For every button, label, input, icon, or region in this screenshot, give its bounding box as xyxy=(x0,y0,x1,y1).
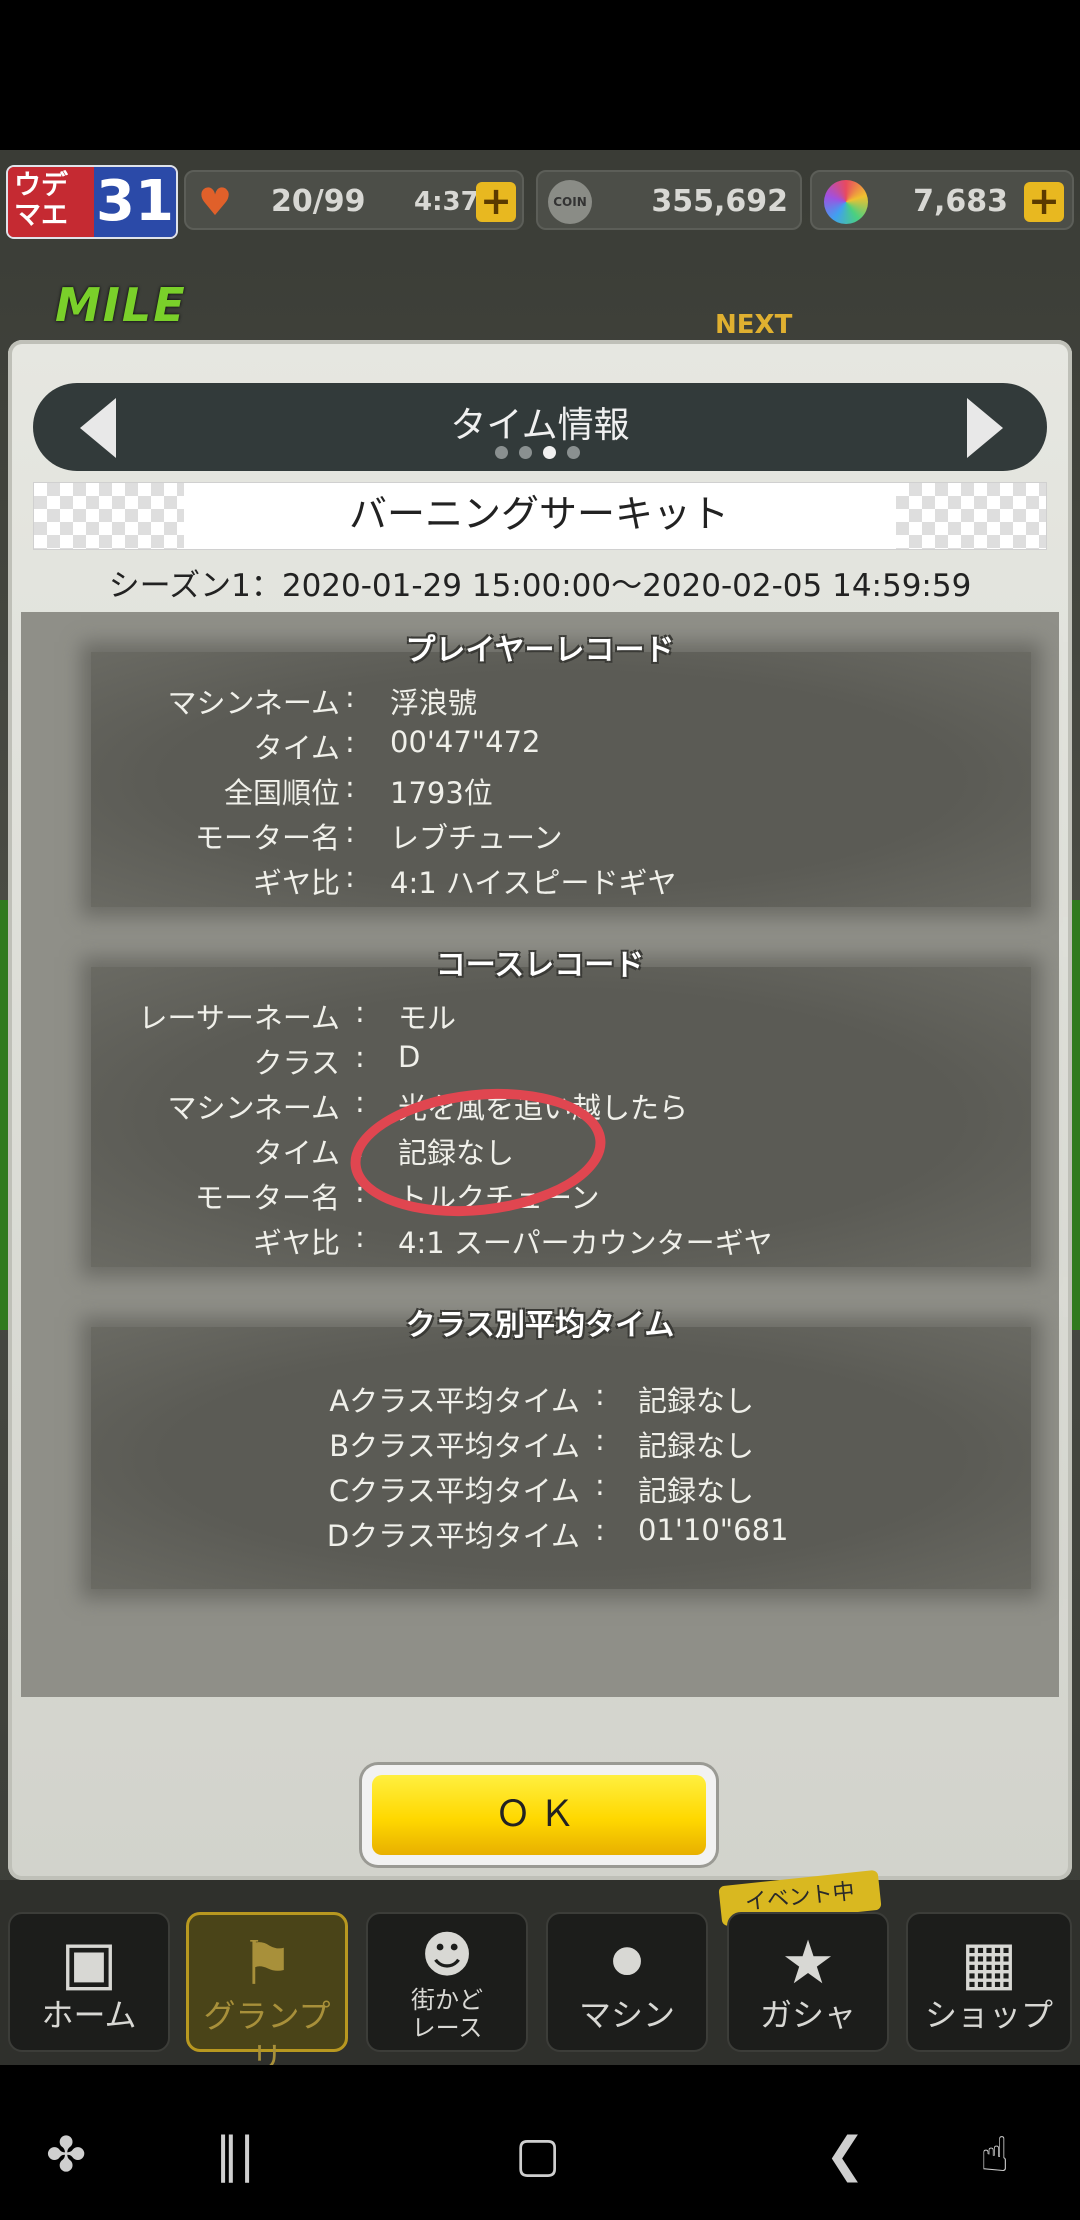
nav-shop[interactable]: ▦ ショップ xyxy=(906,1912,1072,2052)
separator: : xyxy=(355,1085,365,1119)
previous-arrow-icon[interactable] xyxy=(80,398,116,458)
heart-icon: ♥ xyxy=(198,180,233,224)
ok-button[interactable]: ＯＫ xyxy=(362,1765,716,1865)
course-time-label: タイム xyxy=(253,1136,340,1170)
add-stamina-button[interactable]: + xyxy=(476,182,516,222)
coin-counter: COIN 355,692 xyxy=(536,170,802,230)
nav-machine[interactable]: ⚫ マシン xyxy=(546,1912,708,2052)
separator: : xyxy=(595,1378,605,1412)
gem-value: 7,683 xyxy=(913,184,1008,219)
player-time-value: 00'47"472 xyxy=(390,725,541,759)
nav-home[interactable]: ▣ ホーム xyxy=(8,1912,170,2052)
separator: : xyxy=(345,680,355,714)
nav-gacha[interactable]: ★ ガシャ xyxy=(727,1912,889,2052)
page-dot xyxy=(495,446,508,459)
player-rank-value: 1793位 xyxy=(390,776,493,810)
separator: : xyxy=(355,1040,365,1074)
player-rank-label: 全国順位 xyxy=(223,776,340,810)
add-gem-button[interactable]: + xyxy=(1024,182,1064,222)
checkered-flag-icon: ⚑ xyxy=(240,1929,294,1999)
class-b-label: Bクラス平均タイム xyxy=(329,1429,580,1463)
nav-street-race-label: 街かど レース xyxy=(411,1986,483,2042)
stamina-timer: 4:37 xyxy=(414,187,479,217)
page-indicator xyxy=(495,446,585,460)
status-bar-area xyxy=(0,0,1080,150)
toolbox-icon: ▣ xyxy=(60,1928,118,1998)
gem-icon xyxy=(824,180,868,224)
car-icon: ⚫ xyxy=(601,1928,653,1998)
touch-lock-icon[interactable]: ☝ xyxy=(980,2130,1009,2180)
class-c-label: Cクラス平均タイム xyxy=(328,1474,580,1508)
class-a-label: Aクラス平均タイム xyxy=(329,1384,580,1418)
separator: : xyxy=(345,860,355,894)
separator: : xyxy=(595,1423,605,1457)
separator: : xyxy=(595,1468,605,1502)
class-d-value: 01'10"681 xyxy=(638,1513,789,1547)
next-arrow-icon[interactable] xyxy=(967,398,1003,458)
gem-counter: 7,683 + xyxy=(810,170,1074,230)
class-d-label: Dクラス平均タイム xyxy=(326,1519,580,1553)
page-dot xyxy=(567,446,580,459)
stamina-counter: ♥ 20/99 4:37 + xyxy=(184,170,524,230)
class-average-title: クラス別平均タイム xyxy=(405,1308,675,1343)
nav-shop-label: ショップ xyxy=(924,1996,1053,2034)
page-dot xyxy=(519,446,532,459)
course-record-title: コースレコード xyxy=(435,948,645,983)
player-gear-value: 4:1 ハイスピードギヤ xyxy=(390,866,677,900)
page-dot-active xyxy=(543,446,556,459)
nav-machine-label: マシン xyxy=(578,1996,675,2034)
nav-home-label: ホーム xyxy=(41,1996,137,2034)
player-gear-label: ギヤ比 xyxy=(252,866,340,900)
course-racer-label: レーサーネーム xyxy=(138,1001,340,1035)
course-gear-value: 4:1 スーパーカウンターギヤ xyxy=(398,1226,773,1260)
nav-street-race[interactable]: ☻ 街かど レース xyxy=(366,1912,528,2052)
coin-value: 355,692 xyxy=(651,184,788,219)
nav-grandprix[interactable]: ⚑ グランプリ xyxy=(186,1912,348,2077)
course-racer-value: モル xyxy=(398,1001,457,1035)
ok-button-label: ＯＫ xyxy=(372,1775,706,1855)
next-label: NEXT xyxy=(715,310,793,340)
separator: : xyxy=(345,815,355,849)
separator: : xyxy=(345,725,355,759)
separator: : xyxy=(345,770,355,804)
separator: : xyxy=(595,1513,605,1547)
player-motor-label: モーター名 xyxy=(194,821,340,855)
course-class-value: D xyxy=(398,1040,421,1074)
stamina-value: 20/99 xyxy=(271,184,366,219)
player-motor-value: レブチューン xyxy=(390,821,563,855)
mile-logo: MILE xyxy=(55,278,187,332)
building-icon: ▦ xyxy=(960,1928,1018,1998)
class-c-value: 記録なし xyxy=(638,1474,755,1508)
class-b-value: 記録なし xyxy=(638,1429,755,1463)
coin-icon: COIN xyxy=(548,180,592,224)
rank-label: ウデマエ xyxy=(8,167,94,237)
separator: : xyxy=(355,1220,365,1254)
course-gear-label: ギヤ比 xyxy=(252,1226,340,1260)
season-period: シーズン1：2020-01-29 15:00:00〜2020-02-05 14:… xyxy=(108,568,972,604)
player-record-title: プレイヤーレコード xyxy=(405,633,675,668)
nav-gacha-label: ガシャ xyxy=(759,1996,856,2034)
home-icon[interactable]: ▢ xyxy=(515,2130,560,2180)
people-icon: ☻ xyxy=(420,1926,474,1984)
course-machine-label: マシンネーム xyxy=(167,1091,340,1125)
player-machine-label: マシンネーム xyxy=(167,686,340,720)
player-machine-value: 浮浪號 xyxy=(390,686,478,720)
rank-value: 31 xyxy=(94,167,176,237)
back-icon[interactable]: ❮ xyxy=(825,2130,865,2180)
dialog-title: タイム情報 xyxy=(450,405,630,446)
separator: : xyxy=(355,995,365,1029)
course-motor-label: モーター名 xyxy=(194,1181,340,1215)
course-name: バーニングサーキット xyxy=(348,492,729,536)
rank-badge: ウデマエ 31 xyxy=(6,165,178,239)
course-class-label: クラス xyxy=(253,1046,340,1080)
star-laurel-icon: ★ xyxy=(781,1928,835,1998)
player-time-label: タイム xyxy=(253,731,340,765)
game-tools-icon[interactable]: ✤ xyxy=(46,2130,86,2180)
class-a-value: 記録なし xyxy=(638,1384,755,1418)
recent-apps-icon[interactable]: ‖| xyxy=(215,2130,255,2180)
